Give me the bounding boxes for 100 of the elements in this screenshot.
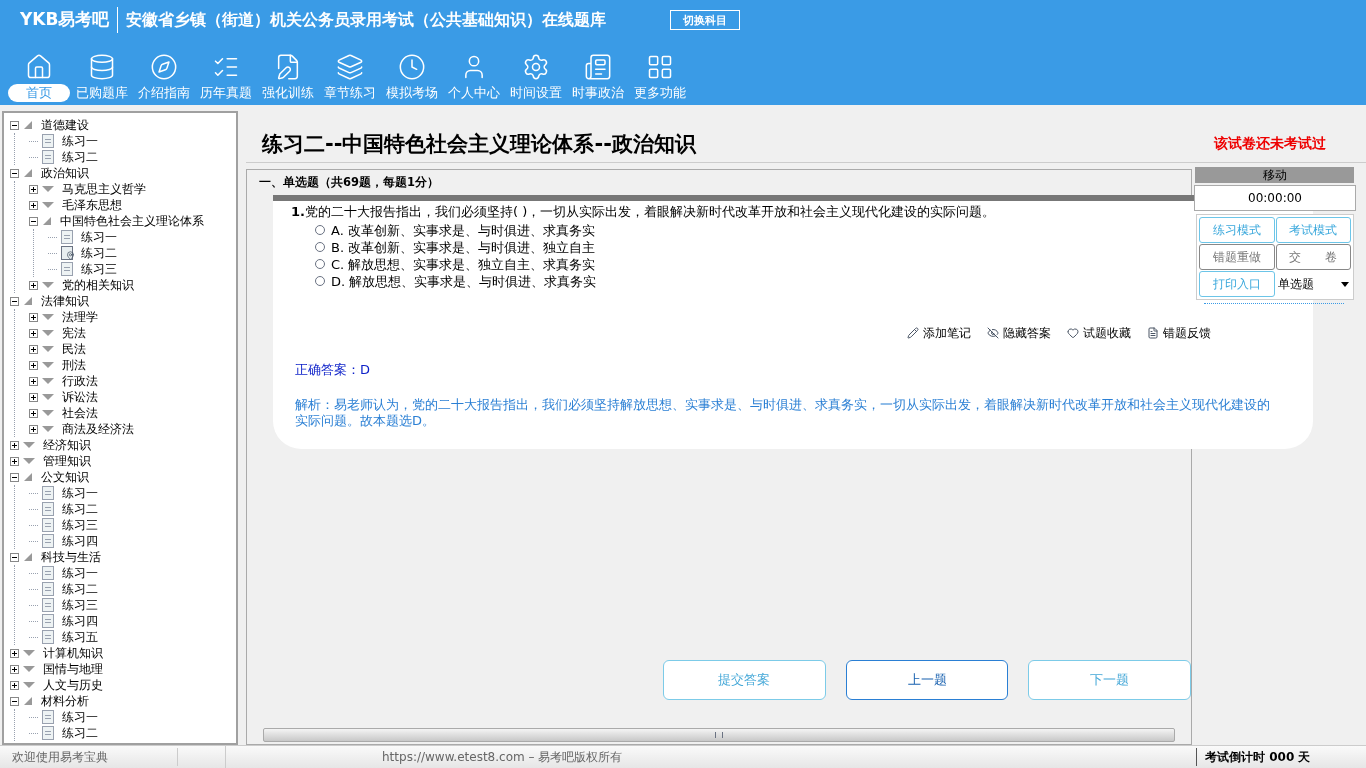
- grid-icon[interactable]: [646, 53, 674, 81]
- tree-folder[interactable]: 马克思主义哲学: [62, 181, 146, 197]
- heart-icon[interactable]: [1067, 326, 1079, 339]
- expand-icon[interactable]: [10, 456, 19, 466]
- tree-item[interactable]: 练习二: [62, 149, 98, 165]
- radio-button[interactable]: [315, 276, 325, 287]
- tree-item[interactable]: 练习一: [62, 709, 98, 725]
- tree-item[interactable]: 练习一: [81, 229, 117, 245]
- expand-icon[interactable]: [29, 280, 38, 290]
- expand-icon[interactable]: [29, 392, 38, 402]
- tree-folder[interactable]: 党的相关知识: [62, 277, 134, 293]
- pencil-icon[interactable]: [907, 326, 919, 339]
- tree-item[interactable]: 练习一: [62, 485, 98, 501]
- tree-folder[interactable]: 人文与历史: [43, 677, 103, 693]
- tree-folder[interactable]: 国情与地理: [43, 661, 103, 677]
- triangle-icon: [23, 120, 33, 130]
- collapse-icon[interactable]: [10, 296, 19, 306]
- home-icon[interactable]: [25, 53, 53, 81]
- tree-folder[interactable]: 行政法: [62, 373, 98, 389]
- expand-icon[interactable]: [29, 360, 38, 370]
- triangle-icon: [42, 345, 54, 353]
- tree-item[interactable]: 练习二: [62, 581, 98, 597]
- action-link[interactable]: 隐藏答案: [1003, 323, 1051, 342]
- document-icon[interactable]: [1147, 326, 1159, 339]
- triangle-icon: [23, 168, 33, 178]
- triangle-icon: [23, 441, 35, 449]
- option-label[interactable]: A. 改革创新、实事求是、与时俱进、求真务实: [331, 220, 595, 240]
- option-label[interactable]: D. 解放思想、实事求是、与时俱进、求真务实: [331, 271, 597, 291]
- tree-folder[interactable]: 中国特色社会主义理论体系: [60, 213, 204, 229]
- paper-title: 练习二--中国特色社会主义理论体系--政治知识: [262, 130, 697, 158]
- tree-item[interactable]: 练习二: [62, 725, 98, 741]
- tree-folder[interactable]: 刑法: [62, 357, 86, 373]
- tree-folder[interactable]: 经济知识: [43, 437, 91, 453]
- clock-icon[interactable]: [398, 53, 426, 81]
- tree-folder[interactable]: 宪法: [62, 325, 86, 341]
- expand-icon[interactable]: [10, 648, 19, 658]
- option-label[interactable]: B. 改革创新、实事求是、与时俱进、独立自主: [331, 237, 596, 257]
- question-text: 1.党的二十大报告指出，我们必须坚持( )，一切从实际出发，着眼解决新时代改革开放和社会主义现代化建设的实际问题。: [291, 203, 997, 222]
- tree-folder[interactable]: 毛泽东思想: [62, 197, 122, 213]
- tree-item[interactable]: 练习四: [62, 613, 98, 629]
- radio-button[interactable]: [315, 225, 325, 236]
- tree-folder[interactable]: 政治知识: [41, 165, 89, 181]
- collapse-icon[interactable]: [10, 168, 19, 178]
- expand-icon[interactable]: [29, 200, 38, 210]
- expand-icon[interactable]: [29, 328, 38, 338]
- tree-item[interactable]: 练习二: [62, 501, 98, 517]
- tree-folder[interactable]: 道德建设: [41, 117, 89, 133]
- tree-item[interactable]: 练习二: [81, 245, 117, 261]
- expand-icon[interactable]: [29, 312, 38, 322]
- layers-icon[interactable]: [336, 53, 364, 81]
- expand-icon[interactable]: [29, 408, 38, 418]
- nav-button[interactable]: 上一题: [845, 660, 1009, 700]
- tree-folder[interactable]: 民法: [62, 341, 86, 357]
- triangle-icon: [23, 681, 35, 689]
- tree-item[interactable]: 练习四: [62, 533, 98, 549]
- tree-folder[interactable]: 社会法: [62, 405, 98, 421]
- tree-item[interactable]: 练习一: [62, 133, 98, 149]
- panel-header[interactable]: 移动: [1195, 167, 1354, 183]
- database-icon[interactable]: [88, 53, 116, 81]
- tree-item[interactable]: 练习一: [62, 565, 98, 581]
- collapse-icon[interactable]: [10, 552, 19, 562]
- tree-folder[interactable]: 计算机知识: [43, 645, 103, 661]
- tree-item[interactable]: 练习三: [62, 597, 98, 613]
- action-link[interactable]: 试题收藏: [1083, 323, 1131, 342]
- eye-icon[interactable]: [987, 326, 999, 339]
- settings-icon[interactable]: [522, 53, 550, 81]
- expand-icon[interactable]: [29, 376, 38, 386]
- newspaper-icon[interactable]: [584, 53, 612, 81]
- action-link[interactable]: 添加笔记: [923, 323, 971, 342]
- action-link[interactable]: 错题反馈: [1163, 323, 1211, 342]
- horizontal-scrollbar[interactable]: [263, 728, 1175, 742]
- collapse-icon[interactable]: [10, 696, 19, 706]
- collapse-icon[interactable]: [10, 472, 19, 482]
- tree-item[interactable]: 练习五: [62, 629, 98, 645]
- triangle-icon: [42, 281, 54, 289]
- expand-icon[interactable]: [29, 424, 38, 434]
- expand-icon[interactable]: [29, 184, 38, 194]
- tree-folder[interactable]: 管理知识: [43, 453, 91, 469]
- tree-folder[interactable]: 材料分析: [41, 693, 89, 709]
- tree-folder[interactable]: 诉讼法: [62, 389, 98, 405]
- tree-folder[interactable]: 法理学: [62, 309, 98, 325]
- tree-item[interactable]: 练习三: [62, 517, 98, 533]
- tree-folder[interactable]: 法律知识: [41, 293, 89, 309]
- tree-item[interactable]: 练习三: [81, 261, 117, 277]
- tree-folder[interactable]: 公文知识: [41, 469, 89, 485]
- collapse-icon[interactable]: [10, 120, 19, 130]
- tree-folder[interactable]: 商法及经济法: [62, 421, 134, 437]
- radio-button[interactable]: [315, 242, 325, 253]
- type-select[interactable]: 单选题: [1275, 271, 1351, 297]
- tree-folder[interactable]: 科技与生活: [41, 549, 101, 565]
- collapse-icon[interactable]: [29, 216, 38, 226]
- expand-icon[interactable]: [29, 344, 38, 354]
- option-label[interactable]: C. 解放思想、实事求是、独立自主、求真务实: [331, 254, 596, 274]
- compass-icon[interactable]: [150, 53, 178, 81]
- triangle-icon: [23, 472, 33, 482]
- expand-icon[interactable]: [10, 664, 19, 674]
- radio-button[interactable]: [315, 259, 325, 270]
- expand-icon[interactable]: [10, 440, 19, 450]
- caret-icon[interactable]: [1341, 281, 1349, 287]
- expand-icon[interactable]: [10, 680, 19, 690]
